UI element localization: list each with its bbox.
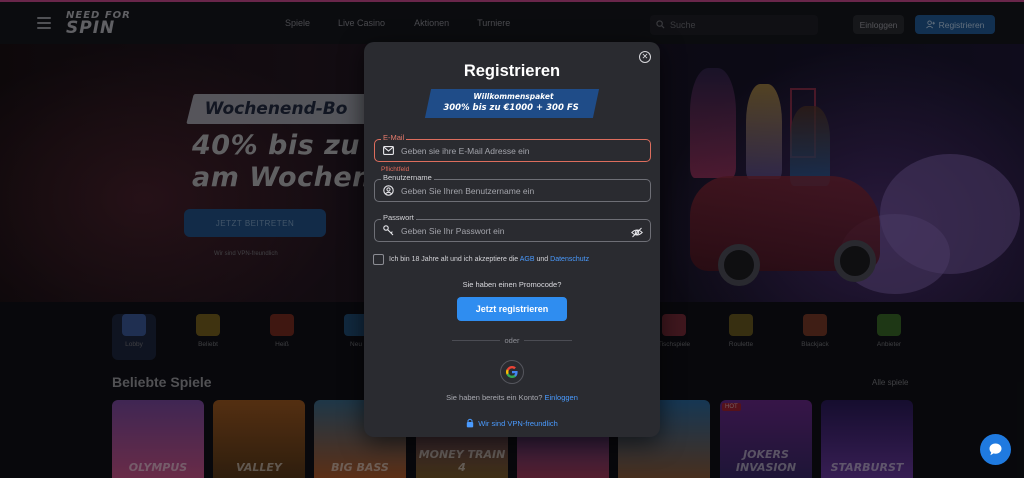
- promocode-toggle[interactable]: Sie haben einen Promocode?: [364, 280, 660, 289]
- user-icon: [383, 185, 394, 196]
- key-icon: [383, 225, 394, 236]
- login-link[interactable]: Einloggen: [545, 393, 578, 402]
- register-modal: ✕ Registrieren Willkommenspaket 300% bis…: [364, 42, 660, 437]
- have-account-prefix: Sie haben bereits ein Konto?: [446, 393, 543, 402]
- username-field[interactable]: [374, 179, 651, 202]
- mail-icon: [383, 145, 394, 156]
- privacy-link[interactable]: Datenschutz: [550, 256, 589, 263]
- welcome-title: Willkommenspaket: [473, 92, 554, 101]
- chat-icon: [989, 443, 1002, 456]
- terms-and: und: [536, 256, 549, 263]
- password-input[interactable]: [401, 225, 621, 236]
- email-label: E-Mail: [381, 133, 407, 142]
- email-input[interactable]: [401, 145, 621, 156]
- vpn-friendly-text: Wir sind VPN-freundlich: [478, 418, 558, 428]
- agb-link[interactable]: AGB: [520, 256, 535, 263]
- register-submit-button[interactable]: Jetzt registrieren: [457, 297, 567, 321]
- welcome-package-banner: Willkommenspaket 300% bis zu €1000 + 300…: [424, 89, 600, 118]
- email-required-hint: Pflichtfeld: [381, 166, 410, 173]
- password-field[interactable]: [374, 219, 651, 242]
- terms-row: Ich bin 18 Jahre alt und ich akzeptiere …: [373, 254, 589, 265]
- eye-off-icon[interactable]: [631, 225, 643, 243]
- email-field[interactable]: [374, 139, 651, 162]
- modal-title: Registrieren: [463, 62, 561, 80]
- google-login-button[interactable]: [500, 360, 524, 384]
- terms-checkbox[interactable]: [373, 254, 384, 265]
- live-chat-button[interactable]: [980, 434, 1011, 465]
- google-icon: [506, 366, 518, 378]
- terms-prefix: Ich bin 18 Jahre alt und ich akzeptiere …: [389, 256, 519, 263]
- terms-text: Ich bin 18 Jahre alt und ich akzeptiere …: [389, 256, 589, 263]
- username-input[interactable]: [401, 185, 621, 196]
- divider-right: [524, 340, 572, 341]
- password-label: Passwort: [381, 213, 416, 222]
- page: NEED FOR SPIN Spiele Live Casino Aktione…: [0, 0, 1024, 478]
- or-separator: oder: [504, 336, 520, 345]
- welcome-offer: 300% bis zu €1000 + 300 FS: [443, 103, 579, 113]
- username-label: Benutzername: [381, 173, 434, 182]
- lock-icon: [466, 418, 474, 428]
- have-account-text: Sie haben bereits ein Konto? Einloggen: [364, 393, 660, 402]
- vpn-friendly-link[interactable]: Wir sind VPN-freundlich: [364, 418, 660, 428]
